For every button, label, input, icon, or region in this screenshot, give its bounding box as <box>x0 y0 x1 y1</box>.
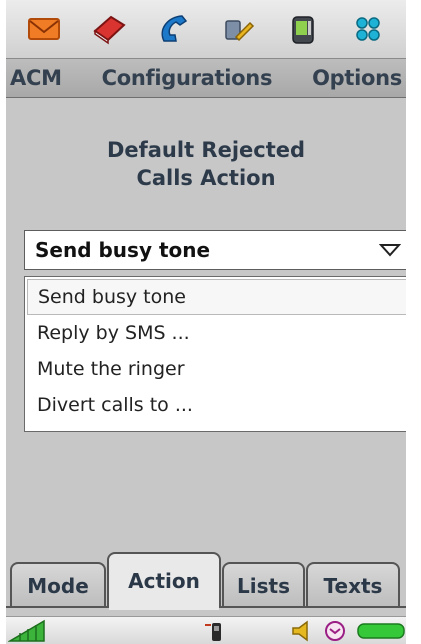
dropdown-selected-value: Send busy tone <box>35 238 211 262</box>
tab-mode[interactable]: Mode <box>10 562 106 608</box>
settings-panel: Default Rejected Calls Action Send busy … <box>6 98 406 546</box>
battery-icon <box>356 619 406 643</box>
menu-bar: ACM Configurations Options <box>6 58 406 98</box>
option-divert-calls[interactable]: Divert calls to ... <box>27 387 406 423</box>
status-bar <box>6 616 406 644</box>
page-title-line-1: Default Rejected <box>106 138 306 162</box>
signal-strength-icon <box>8 619 48 643</box>
book-icon[interactable] <box>89 9 129 49</box>
phone-call-icon <box>202 619 226 643</box>
app-grid-icon[interactable] <box>348 9 388 49</box>
tab-lists[interactable]: Lists <box>222 562 305 608</box>
tab-action[interactable]: Action <box>107 552 221 610</box>
tools-icon[interactable] <box>218 9 258 49</box>
tab-texts[interactable]: Texts <box>306 562 400 608</box>
option-reply-by-sms[interactable]: Reply by SMS ... <box>27 315 406 351</box>
phone-handset-icon[interactable] <box>154 9 194 49</box>
tab-bar: Mode Action Lists Texts <box>6 546 406 616</box>
option-send-busy-tone[interactable]: Send busy tone <box>27 279 406 315</box>
page-title-line-2: Calls Action <box>136 166 276 190</box>
option-mute-ringer[interactable]: Mute the ringer <box>27 351 406 387</box>
speaker-icon <box>290 619 316 643</box>
menu-options[interactable]: Options <box>312 66 402 90</box>
menu-configurations[interactable]: Configurations <box>102 66 273 90</box>
phone-device-icon[interactable] <box>283 9 323 49</box>
clock-icon <box>323 619 347 643</box>
menu-acm[interactable]: ACM <box>10 66 62 90</box>
page-title: Default Rejected Calls Action <box>6 136 406 192</box>
phone-screen: ACM Configurations Options Default Rejec… <box>6 0 406 644</box>
app-toolbar <box>6 0 406 58</box>
dropdown-options-list: Send busy tone Reply by SMS ... Mute the… <box>24 276 406 432</box>
rejected-action-dropdown[interactable]: Send busy tone <box>24 230 406 270</box>
envelope-icon[interactable] <box>24 9 64 49</box>
chevron-down-icon[interactable] <box>379 243 401 257</box>
